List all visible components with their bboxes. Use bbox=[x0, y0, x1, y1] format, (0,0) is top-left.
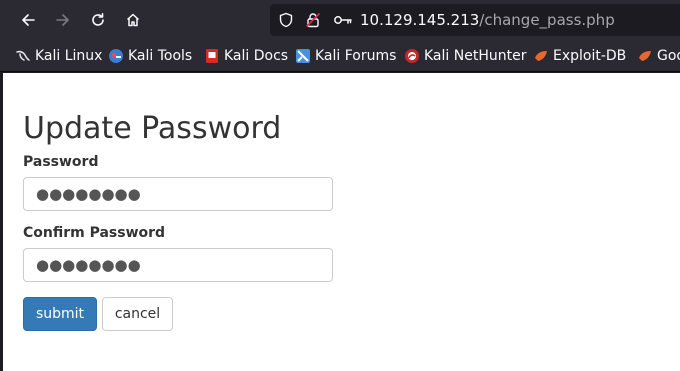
bookmark-label: Goo bbox=[657, 48, 680, 64]
bookmark-kali-tools[interactable]: Kali Tools bbox=[108, 44, 198, 68]
bookmark-exploit-db[interactable]: Exploit-DB bbox=[533, 44, 632, 68]
bookmark-kali-linux[interactable]: Kali Linux bbox=[15, 44, 108, 68]
home-icon bbox=[126, 13, 140, 27]
reload-button[interactable] bbox=[82, 4, 114, 36]
bookmark-label: Kali NetHunter bbox=[424, 48, 527, 64]
password-masked-value: ●●●●●●●● bbox=[36, 185, 141, 203]
forward-button[interactable] bbox=[47, 4, 79, 36]
bookmark-google-hacking[interactable]: Goo bbox=[637, 44, 680, 68]
home-button[interactable] bbox=[117, 4, 149, 36]
insecure-lock-icon[interactable] bbox=[305, 12, 321, 28]
reload-icon bbox=[92, 13, 104, 26]
bookmark-label: Kali Linux bbox=[35, 48, 103, 64]
arrow-left-icon bbox=[22, 14, 35, 26]
exploit-db-icon bbox=[637, 48, 653, 64]
shield-icon[interactable] bbox=[278, 12, 294, 28]
submit-button[interactable]: submit bbox=[23, 297, 97, 331]
confirm-password-input[interactable]: ●●●●●●●● bbox=[23, 248, 333, 282]
kali-nethunter-icon bbox=[404, 48, 420, 64]
url-host: 10.129.145.213 bbox=[360, 11, 480, 29]
bookmark-label: Kali Tools bbox=[128, 48, 193, 64]
password-label: Password bbox=[23, 154, 99, 170]
page-viewport: Update Password Password ●●●●●●●● Confir… bbox=[0, 73, 680, 371]
confirm-password-masked-value: ●●●●●●●● bbox=[36, 256, 141, 274]
url-text: 10.129.145.213/change_pass.php bbox=[360, 11, 615, 29]
exploit-db-icon bbox=[533, 48, 549, 64]
kali-docs-icon bbox=[204, 48, 220, 64]
back-button[interactable] bbox=[12, 4, 44, 36]
browser-toolbar: 10.129.145.213/change_pass.php bbox=[0, 0, 680, 40]
bookmark-label: Exploit-DB bbox=[553, 48, 627, 64]
cancel-button[interactable]: cancel bbox=[102, 297, 173, 331]
arrow-right-icon bbox=[56, 14, 69, 26]
bookmark-label: Kali Forums bbox=[315, 48, 397, 64]
kali-dragon-icon bbox=[15, 48, 31, 64]
bookmark-label: Kali Docs bbox=[224, 48, 289, 64]
url-bar[interactable]: 10.129.145.213/change_pass.php bbox=[270, 4, 680, 36]
password-input[interactable]: ●●●●●●●● bbox=[23, 177, 333, 211]
key-icon[interactable] bbox=[333, 12, 353, 28]
url-path: /change_pass.php bbox=[479, 11, 615, 29]
confirm-password-label: Confirm Password bbox=[23, 225, 166, 241]
page-title: Update Password bbox=[23, 111, 282, 146]
bookmark-kali-forums[interactable]: Kali Forums bbox=[295, 44, 402, 68]
kali-forums-icon bbox=[295, 48, 311, 64]
bookmark-kali-docs[interactable]: Kali Docs bbox=[204, 44, 294, 68]
kali-tools-icon bbox=[108, 48, 124, 64]
bookmarks-bar: Kali Linux Kali Tools Kali Docs Kali For… bbox=[0, 40, 680, 72]
bookmark-kali-nethunter[interactable]: Kali NetHunter bbox=[404, 44, 532, 68]
